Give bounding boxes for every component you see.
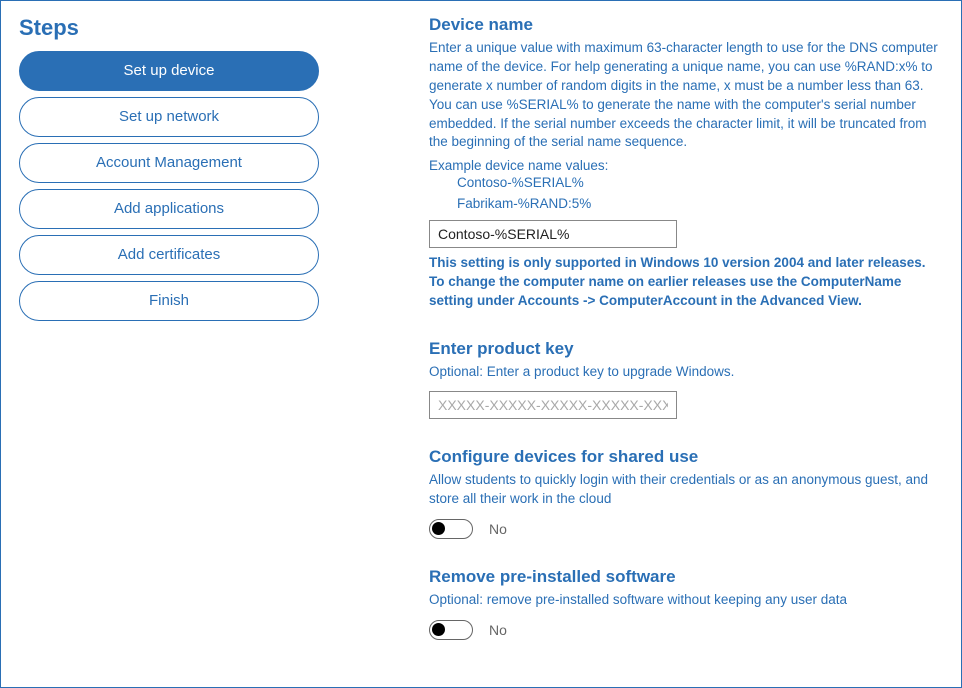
device-name-description: Enter a unique value with maximum 63-cha… bbox=[429, 39, 943, 152]
remove-software-description: Optional: remove pre-installed software … bbox=[429, 591, 943, 610]
step-add-certificates[interactable]: Add certificates bbox=[19, 235, 319, 275]
steps-title: Steps bbox=[19, 15, 319, 41]
product-key-description: Optional: Enter a product key to upgrade… bbox=[429, 363, 943, 382]
product-key-title: Enter product key bbox=[429, 339, 943, 359]
step-set-up-network[interactable]: Set up network bbox=[19, 97, 319, 137]
shared-use-toggle-label: No bbox=[489, 521, 507, 537]
steps-panel: Steps Set up device Set up network Accou… bbox=[19, 15, 319, 673]
remove-software-toggle-label: No bbox=[489, 622, 507, 638]
remove-software-title: Remove pre-installed software bbox=[429, 567, 943, 587]
shared-use-description: Allow students to quickly login with the… bbox=[429, 471, 943, 509]
step-set-up-device[interactable]: Set up device bbox=[19, 51, 319, 91]
device-name-note: This setting is only supported in Window… bbox=[429, 254, 943, 311]
shared-use-title: Configure devices for shared use bbox=[429, 447, 943, 467]
step-add-applications[interactable]: Add applications bbox=[19, 189, 319, 229]
remove-software-section: Remove pre-installed software Optional: … bbox=[429, 567, 943, 640]
step-finish[interactable]: Finish bbox=[19, 281, 319, 321]
content-panel: Device name Enter a unique value with ma… bbox=[429, 15, 943, 673]
device-name-example-1: Contoso-%SERIAL% bbox=[457, 173, 943, 193]
device-name-title: Device name bbox=[429, 15, 943, 35]
product-key-input[interactable] bbox=[429, 391, 677, 419]
device-name-examples-label: Example device name values: bbox=[429, 158, 943, 173]
shared-use-section: Configure devices for shared use Allow s… bbox=[429, 447, 943, 539]
step-account-management[interactable]: Account Management bbox=[19, 143, 319, 183]
device-name-section: Device name Enter a unique value with ma… bbox=[429, 15, 943, 311]
remove-software-toggle[interactable] bbox=[429, 620, 473, 640]
device-name-input[interactable] bbox=[429, 220, 677, 248]
shared-use-toggle[interactable] bbox=[429, 519, 473, 539]
device-name-example-2: Fabrikam-%RAND:5% bbox=[457, 194, 943, 214]
product-key-section: Enter product key Optional: Enter a prod… bbox=[429, 339, 943, 420]
